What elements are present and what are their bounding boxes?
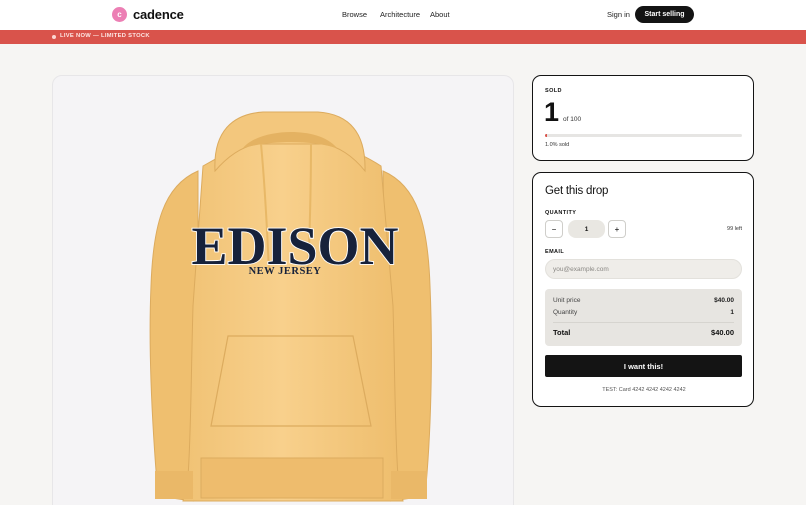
get-drop-panel: Get this drop QUANTITY − 1 + 99 left EMA… [532,172,754,407]
product-image-card: EDISON NEW JERSEY [52,75,514,505]
quantity-decrement-button[interactable]: − [545,220,563,238]
email-label: EMAIL [545,249,565,255]
sold-percent: 1.0% sold [545,142,570,148]
quantity-row: Quantity 1 [553,309,734,316]
nav-browse[interactable]: Browse [342,10,367,19]
brand-name[interactable]: cadence [133,7,184,22]
quantity-label: QUANTITY [545,210,577,216]
sold-panel: SOLD 1 of 100 1.0% sold [532,75,754,161]
email-field[interactable] [545,259,742,279]
summary-divider [553,322,734,323]
hoodie-print-sub: NEW JERSEY [249,266,322,277]
nav-architecture[interactable]: Architecture [380,10,420,19]
sold-progress-bar [545,134,742,137]
hoodie-image: EDISON NEW JERSEY [149,111,432,502]
total-label: Total [553,328,571,337]
quantity-increment-button[interactable]: + [608,220,626,238]
logo-icon[interactable]: c [112,7,127,22]
sold-label: SOLD [545,88,562,94]
top-navbar: c cadence Browse Architecture About Sign… [0,0,806,30]
summary-quantity-value: 1 [730,309,734,316]
order-summary: Unit price $40.00 Quantity 1 Total $40.0… [545,289,742,346]
summary-quantity-label: Quantity [553,309,578,316]
total-value: $40.00 [711,328,734,337]
banner-text: LIVE NOW — LIMITED STOCK [60,33,150,39]
quantity-value[interactable]: 1 [568,220,605,238]
live-banner: LIVE NOW — LIMITED STOCK [0,30,806,44]
start-selling-button[interactable]: Start selling [635,6,694,23]
sign-in-link[interactable]: Sign in [607,10,630,19]
sold-total: of 100 [563,116,582,123]
drop-title: Get this drop [545,185,609,197]
total-row: Total $40.00 [553,328,734,337]
unit-price-value: $40.00 [714,297,734,304]
sold-progress-fill [545,134,547,137]
sold-count: 1 [544,97,560,127]
unit-price-label: Unit price [553,297,581,304]
live-dot-icon [52,35,56,39]
i-want-this-button[interactable]: I want this! [545,355,742,377]
test-card-note: TEST: Card 4242 4242 4242 4242 [602,387,686,393]
unit-price-row: Unit price $40.00 [553,297,734,304]
stock-left: 99 left [727,226,742,232]
nav-about[interactable]: About [430,10,450,19]
